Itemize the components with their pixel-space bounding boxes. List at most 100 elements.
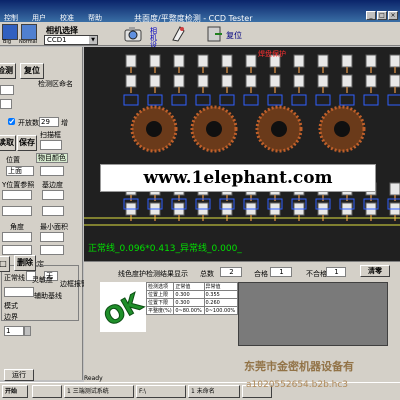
pcb-component <box>149 74 161 88</box>
watermark-banner: www.1elephant.com <box>100 164 376 192</box>
table-row: 位置下限 0.300 0.260 <box>145 298 239 307</box>
table-cell: 位置上限 <box>145 290 175 299</box>
pcb-component <box>365 74 377 88</box>
angle-field[interactable] <box>2 232 32 242</box>
taskbar-quicklaunch[interactable] <box>32 385 62 398</box>
y-offset-field[interactable] <box>2 206 32 216</box>
table-cell: 0.300 <box>173 298 205 307</box>
scan-label: 扫描框 <box>40 131 61 139</box>
site-watermark: a1020552654.b2b.hc3 <box>246 380 349 390</box>
coil-core <box>146 121 162 137</box>
maximize-icon[interactable]: □ <box>377 11 387 20</box>
pass-value: 1 <box>270 267 292 277</box>
pcb-component <box>341 74 353 88</box>
left-settings-panel: 检测 复位 检测区命名 开放 数 29 增 扫描框 读取 保存 位置 物目颜色 … <box>0 47 88 381</box>
pcb-component <box>293 54 305 68</box>
taskbar-item-tester[interactable]: 1 三端测试系统 <box>64 385 134 398</box>
table-row: 位置上限 0.300 0.355 <box>145 290 239 299</box>
angle-label: 角度 <box>10 223 24 231</box>
table-cell: 检测选项 <box>145 282 175 291</box>
mode-field[interactable] <box>4 287 34 297</box>
pass-color-field[interactable]: 物目颜色 <box>36 153 68 163</box>
pcb-component <box>221 54 233 68</box>
pcb-component <box>389 54 400 68</box>
reset-label[interactable]: 复位 <box>226 30 242 41</box>
exit-icon[interactable] <box>206 25 224 43</box>
result-table: 检测选项 正常值 异常值 位置上限 0.300 0.355 位置下限 0.300 0.260 平整… <box>145 282 239 315</box>
pcb-component <box>125 74 137 88</box>
delete-button[interactable]: 删除 <box>14 255 36 271</box>
total-value: 2 <box>220 267 242 277</box>
table-cell: 正常值 <box>173 282 205 291</box>
left-field-1[interactable] <box>0 85 14 95</box>
coil-core <box>206 121 222 137</box>
read-button[interactable]: 读取 <box>0 135 16 151</box>
table-cell: 0~100.00% <box>203 306 239 315</box>
min-area-field[interactable] <box>40 232 64 242</box>
taskbar-item-untitled[interactable]: 1 未命名 <box>188 385 240 398</box>
reset-button[interactable]: 复位 <box>20 63 44 79</box>
pass-label: 合格 <box>254 270 268 278</box>
direction-select[interactable]: 上面 <box>6 166 34 176</box>
company-watermark: 东莞市金密机器设备有 <box>244 360 354 373</box>
threshold-field-2[interactable] <box>42 206 64 216</box>
close-icon[interactable]: × <box>388 11 398 20</box>
save-button[interactable]: 保存 <box>17 135 37 151</box>
table-cell: 0~80.00% <box>173 306 205 315</box>
detect-button[interactable]: 检测 <box>0 63 16 79</box>
enable-checkbox[interactable] <box>8 118 15 125</box>
table-cell: 0.260 <box>203 298 239 307</box>
camera-image-view[interactable] <box>84 47 400 261</box>
clear-button[interactable]: 清零 <box>360 265 390 277</box>
camera-select-value: CCD1 <box>47 36 67 44</box>
number-spinner[interactable] <box>24 326 31 336</box>
table-row: 检测选项 正常值 异常值 <box>145 282 239 291</box>
pcb-component <box>269 74 281 88</box>
window-controls: _ □ × <box>366 11 398 20</box>
minimize-icon[interactable]: _ <box>366 11 376 20</box>
pcb-component <box>245 54 257 68</box>
pcb-component <box>173 74 185 88</box>
taskbar-item-drive[interactable]: F:\ <box>136 385 186 398</box>
normal-view-icon[interactable] <box>21 24 37 40</box>
chevron-down-icon[interactable]: ▼ <box>89 36 97 44</box>
reset-icon[interactable] <box>170 24 188 44</box>
pcb-component <box>149 54 161 68</box>
big-view-icon[interactable] <box>2 24 18 40</box>
number-field[interactable]: 1 <box>4 326 24 336</box>
count-field[interactable]: 29 <box>39 117 59 127</box>
fail-label: 不合格 <box>306 270 327 278</box>
pcb-component <box>365 54 377 68</box>
y-position-field[interactable] <box>2 190 32 200</box>
start-button[interactable]: 开始 <box>2 385 28 398</box>
normal-view-label: Normal <box>19 39 38 45</box>
total-label: 总数 <box>200 270 214 278</box>
table-cell: 异常值 <box>203 282 239 291</box>
table-cell: 0.300 <box>173 290 205 299</box>
mode-label: 模式 <box>4 302 18 310</box>
sensitivity-label: 灵敏度 <box>32 276 53 284</box>
threshold-field[interactable] <box>42 190 64 200</box>
min-area-field-2[interactable] <box>40 245 64 255</box>
camera-settings-icon[interactable] <box>124 25 146 43</box>
count-label-prefix: 数 <box>32 119 39 127</box>
pcb-image <box>84 47 400 261</box>
ready-status: Ready <box>84 375 103 382</box>
app-root: 控制 用户 校准 帮助 共面度/平整度检测 - CCD Tester _ □ ×… <box>0 0 400 400</box>
direction-field[interactable] <box>40 166 64 176</box>
camera-select[interactable]: CCD1 ▼ <box>44 35 98 45</box>
normal-line-label: 正常线 <box>4 274 25 282</box>
add-button[interactable]: □ <box>0 256 10 272</box>
pcb-component <box>293 74 305 88</box>
left-field-2[interactable] <box>0 99 12 109</box>
ok-result-logo: OK <box>100 282 146 332</box>
pcb-component <box>245 74 257 88</box>
status-bar: Ready <box>84 373 400 382</box>
pcb-component <box>173 54 185 68</box>
run-button[interactable]: 运行 <box>4 369 34 381</box>
scan-field[interactable] <box>40 140 62 150</box>
angle-field-2[interactable] <box>2 245 32 255</box>
measurement-overlay: 正常线_0.096*0.413_异常线_0.000_ <box>88 244 242 254</box>
pcb-component <box>317 74 329 88</box>
results-section-label: 线色度护检测结果显示 <box>118 270 188 278</box>
